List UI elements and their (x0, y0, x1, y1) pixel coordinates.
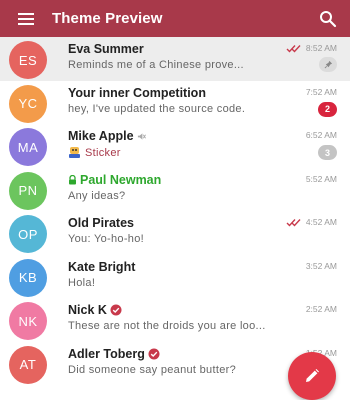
sticker-icon (69, 147, 80, 158)
chat-time-text: 3:52 AM (305, 260, 337, 271)
chat-row-nick-k[interactable]: NK Nick K 2:52 AM These are not the droi… (0, 298, 350, 342)
chat-name: Kate Bright (68, 260, 135, 274)
double-check-icon (286, 218, 301, 227)
chat-time-text: 4:52 AM (305, 217, 337, 227)
chat-time-text: 6:52 AM (305, 130, 337, 140)
chat-message: Any ideas? (68, 189, 126, 202)
chat-time: 2:52 AM (306, 304, 337, 314)
chat-name-text: Mike Apple (68, 129, 134, 143)
chat-name-text: Your inner Competition (68, 85, 206, 100)
chat-message: Hola! (68, 276, 96, 289)
search-button[interactable] (318, 9, 338, 29)
avatar: MA (9, 128, 47, 166)
menu-button[interactable] (0, 0, 52, 37)
chat-name: Mike Apple (68, 129, 146, 143)
hamburger-menu-icon (18, 12, 34, 25)
chat-row-kate-bright[interactable]: KB Kate Bright 3:52 AM Hola! (0, 255, 350, 299)
chat-name: Your inner Competition (68, 86, 206, 100)
chat-name-text: Eva Summer (68, 42, 144, 56)
chat-name-text: Kate Bright (68, 259, 136, 274)
chat-time: 5:52 AM (306, 174, 337, 184)
chat-time-text: 5:52 AM (305, 173, 337, 184)
pin-icon (324, 60, 332, 69)
unread-count-badge: 3 (318, 145, 337, 160)
lock-icon (69, 174, 76, 184)
avatar: OP (9, 215, 47, 253)
chat-name: Old Pirates (68, 216, 134, 230)
chat-message: Sticker (68, 146, 121, 159)
chat-time: 8:52 AM (286, 43, 337, 53)
chat-time: 4:52 AM (286, 217, 337, 227)
chat-row-your-inner-competition[interactable]: YC Your inner Competition 7:52 AM hey, I… (0, 81, 350, 125)
app-title: Theme Preview (52, 10, 163, 27)
chat-message: Reminds me of a Chinese prove... (68, 59, 244, 71)
chat-time: 6:52 AM (306, 130, 337, 140)
chat-message-text: Sticker (85, 146, 121, 159)
new-message-fab[interactable] (288, 352, 336, 400)
avatar: KB (9, 258, 47, 297)
muted-icon (137, 132, 146, 140)
chat-message: You: Yo-ho-ho! (68, 233, 144, 245)
avatar: ES (9, 41, 47, 79)
chat-name-text: Old Pirates (68, 216, 134, 230)
unread-count-badge: 2 (318, 101, 337, 117)
chat-time: 3:52 AM (306, 261, 337, 271)
chat-name: Adler Toberg (68, 347, 160, 361)
chat-message: Did someone say peanut butter? (68, 363, 236, 376)
verified-icon (148, 348, 160, 359)
chat-row-old-pirates[interactable]: OP Old Pirates 4:52 AM You: Yo-ho-ho! (0, 211, 350, 255)
avatar: NK (9, 302, 47, 340)
chat-name: Paul Newman (68, 173, 161, 187)
chat-message: hey, I've updated the source code. (68, 102, 246, 115)
chat-time: 7:52 AM (306, 87, 337, 97)
avatar: YC (9, 84, 47, 123)
chat-name-text: Paul Newman (80, 172, 162, 187)
chat-name: Eva Summer (68, 42, 144, 56)
chat-row-mike-apple[interactable]: MA Mike Apple 6:52 AM Sticker 3 (0, 124, 350, 168)
chat-list: ES Eva Summer 8:52 AM Reminds me of a Ch… (0, 37, 350, 385)
chat-time-text: 2:52 AM (305, 304, 337, 314)
app-bar: Theme Preview (0, 0, 350, 37)
chat-time-text: 7:52 AM (305, 86, 337, 97)
chat-time-text: 8:52 AM (305, 43, 337, 53)
chat-name-text: Nick K (68, 303, 107, 317)
verified-icon (110, 304, 122, 316)
chat-name: Nick K (68, 303, 122, 317)
chat-row-eva-summer[interactable]: ES Eva Summer 8:52 AM Reminds me of a Ch… (0, 37, 350, 81)
chat-message: These are not the droids you are loo... (68, 320, 266, 332)
chat-row-paul-newman[interactable]: PN Paul Newman 5:52 AM Any ideas? (0, 168, 350, 212)
chat-name-text: Adler Toberg (68, 346, 145, 361)
pencil-icon (306, 369, 319, 382)
search-icon (320, 11, 337, 28)
pinned-badge (319, 57, 337, 72)
avatar: AT (9, 345, 47, 384)
avatar: PN (9, 171, 47, 210)
double-check-icon (286, 44, 301, 53)
